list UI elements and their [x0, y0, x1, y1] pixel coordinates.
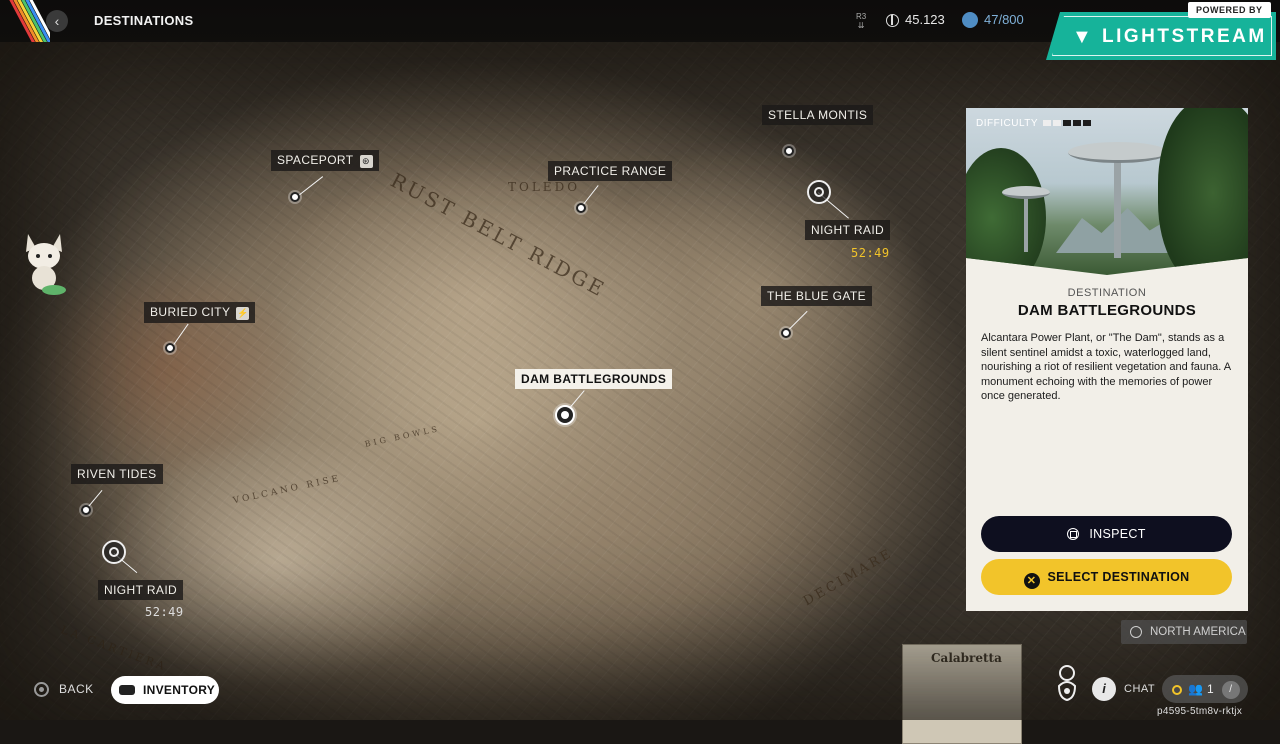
difficulty-bar	[1063, 120, 1072, 126]
spaceport-mode-icon: ⊛	[359, 155, 373, 168]
coin-balance: 45.123	[886, 12, 945, 27]
touchpad-icon	[119, 685, 135, 695]
night-raid-marker-west[interactable]	[102, 540, 126, 564]
globe-icon	[1130, 626, 1142, 638]
location-label-buried-city[interactable]: BURIED CITY ⚡	[144, 302, 256, 323]
destination-title: DAM BATTLEGROUNDS	[1017, 302, 1197, 319]
location-name: BURIED CITY	[150, 305, 231, 319]
inspect-button[interactable]: INSPECT	[981, 516, 1232, 552]
difficulty-bar	[1073, 120, 1082, 126]
back-button[interactable]: BACK	[34, 682, 94, 697]
fox-mascot-sticker	[26, 234, 66, 295]
tree-graphic	[1158, 108, 1248, 275]
location-pin-the-blue-gate[interactable]	[781, 328, 791, 338]
difficulty-bar	[1083, 120, 1092, 126]
difficulty-bar	[1043, 120, 1052, 126]
session-id: p4595-5tm8v-rktjx	[1157, 706, 1243, 717]
player-avatar-icon[interactable]	[1053, 664, 1081, 704]
location-label-dam-battlegrounds[interactable]: DAM BATTLEGROUNDS	[515, 369, 673, 389]
stash-icon	[962, 12, 978, 28]
location-name: DAM BATTLEGROUNDS	[521, 372, 667, 386]
square-button-icon	[1067, 528, 1080, 540]
region-label: NORTH AMERICA	[1150, 626, 1246, 638]
difficulty-bars	[1041, 118, 1092, 129]
location-name: RIVEN TIDES	[77, 467, 157, 481]
location-pin-practice-range[interactable]	[576, 203, 586, 213]
night-raid-timer-east: 52:49	[851, 246, 890, 260]
party-count: 1	[1206, 682, 1214, 696]
back-arrow-button[interactable]: ‹	[46, 10, 68, 32]
destination-description: Alcantara Power Plant, or "The Dam", sta…	[981, 332, 1231, 403]
night-raid-label-west[interactable]: NIGHT RAID	[98, 580, 184, 600]
location-label-the-blue-gate[interactable]: THE BLUE GATE	[761, 286, 872, 306]
location-name: PRACTICE RANGE	[554, 164, 667, 178]
location-name: SPACEPORT	[277, 153, 354, 167]
location-pin-buried-city[interactable]	[165, 343, 175, 353]
rainbow-stripes-decoration	[0, 0, 50, 42]
location-name: STELLA MONTIS	[768, 108, 868, 122]
difficulty-label: DIFFICULTY	[976, 118, 1038, 129]
inventory-label: INVENTORY	[143, 683, 216, 697]
online-status-icon	[1172, 685, 1182, 695]
tree-graphic	[966, 148, 1046, 275]
chat-label: CHAT	[1124, 683, 1156, 695]
location-pin-dam-battlegrounds-selected[interactable]	[555, 405, 575, 425]
tower-graphic	[1114, 148, 1121, 258]
destination-panel: DIFFICULTY DESTINATION DAM BATTLEGROUNDS…	[966, 108, 1248, 611]
lightstream-logo-icon: ▼	[1072, 26, 1092, 48]
region-selector[interactable]: NORTH AMERICA	[1121, 620, 1247, 644]
buried-city-mode-icon: ⚡	[236, 307, 250, 320]
inventory-button[interactable]: INVENTORY	[111, 676, 219, 704]
stash-capacity: 47/800	[962, 12, 1024, 28]
location-name: NIGHT RAID	[104, 583, 178, 597]
page-title: DESTINATIONS	[94, 13, 194, 28]
lightstream-brand: LIGHTSTREAM	[1102, 26, 1267, 47]
chevron-left-icon: ‹	[54, 13, 60, 29]
select-destination-button[interactable]: ✕ SELECT DESTINATION	[981, 559, 1232, 595]
location-pin-spaceport[interactable]	[290, 192, 300, 202]
location-label-spaceport[interactable]: SPACEPORT ⊛	[271, 150, 379, 171]
location-name: THE BLUE GATE	[767, 289, 866, 303]
tower-disc-graphic	[1068, 142, 1168, 163]
capacity-amount: 47/800	[984, 12, 1024, 27]
lightstream-banner: ▼ LIGHTSTREAM	[1046, 12, 1276, 60]
back-label: BACK	[59, 682, 94, 696]
night-raid-label-east[interactable]: NIGHT RAID	[805, 220, 891, 240]
location-pin-riven-tides[interactable]	[81, 505, 91, 515]
r3-label: R3	[856, 12, 867, 21]
tower-disc-graphic	[1002, 186, 1050, 199]
r3-button-hint: R3 ⇊	[856, 12, 867, 30]
night-raid-marker-east[interactable]	[807, 180, 831, 204]
location-label-riven-tides[interactable]: RIVEN TIDES	[71, 464, 163, 484]
location-name: NIGHT RAID	[811, 223, 885, 237]
tower-graphic	[1024, 192, 1028, 252]
party-indicator[interactable]: 👥 1 /	[1162, 675, 1248, 703]
destination-preview-image: DIFFICULTY	[966, 108, 1248, 275]
night-raid-timer-west: 52:49	[145, 605, 184, 619]
location-pin-stella-montis[interactable]	[784, 146, 794, 156]
destination-subtitle: DESTINATION	[1067, 287, 1147, 299]
circle-button-icon	[34, 682, 49, 697]
coin-amount: 45.123	[905, 12, 945, 27]
options-icon: /	[1221, 681, 1240, 699]
cross-button-icon: ✕	[1023, 573, 1040, 589]
powered-by-label: POWERED BY	[1188, 2, 1271, 18]
people-icon: 👥	[1188, 682, 1203, 696]
coin-icon	[886, 14, 899, 27]
difficulty-bar	[1053, 120, 1062, 126]
location-label-stella-montis[interactable]: STELLA MONTIS	[762, 105, 874, 125]
chat-icon[interactable]: i	[1092, 677, 1116, 701]
inspect-label: INSPECT	[1089, 527, 1146, 541]
difficulty-meter: DIFFICULTY	[976, 118, 1092, 129]
select-destination-label: SELECT DESTINATION	[1047, 570, 1190, 584]
location-label-practice-range[interactable]: PRACTICE RANGE	[548, 161, 673, 181]
